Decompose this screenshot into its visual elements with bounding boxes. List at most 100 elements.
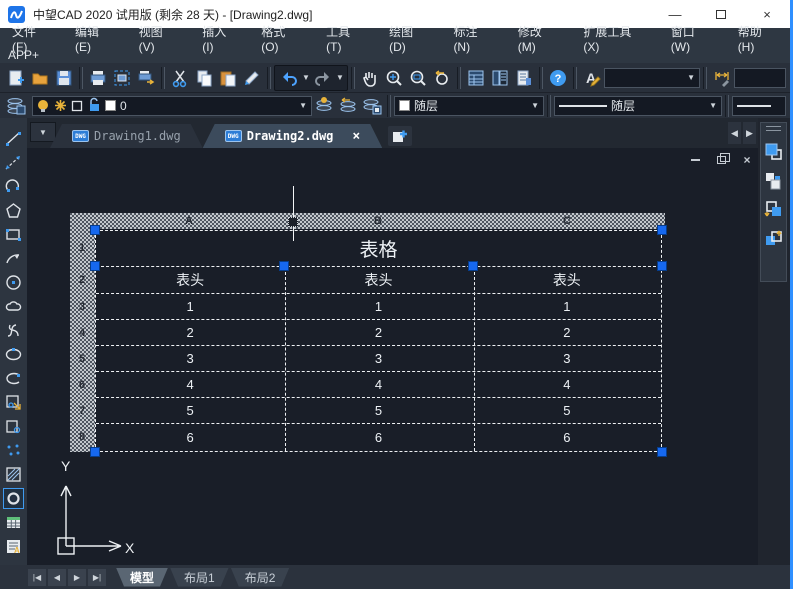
plot-button[interactable]	[134, 66, 158, 90]
properties-palette-button[interactable]	[464, 66, 488, 90]
polygon-tool[interactable]	[3, 200, 24, 221]
new-file-button[interactable]	[4, 66, 28, 90]
grip-title-right[interactable]	[657, 261, 667, 271]
zoom-previous-button[interactable]	[430, 66, 454, 90]
table-cell[interactable]: 2	[284, 320, 472, 345]
cad-table[interactable]: 表格 表头 表头 表头 1 1 1 2 2 2 3 3 3	[95, 230, 662, 452]
table-tool[interactable]	[3, 512, 24, 533]
menu-format[interactable]: 格式(O)	[249, 23, 314, 54]
copy-button[interactable]	[192, 66, 216, 90]
table-cell[interactable]: 5	[284, 398, 472, 423]
table-cell[interactable]: 5	[473, 398, 661, 423]
grip-bottom-right[interactable]	[657, 447, 667, 457]
table-column-header-band[interactable]	[70, 213, 665, 229]
line-tool[interactable]	[3, 128, 24, 149]
linetype-combobox[interactable]: 随层 ▼	[554, 96, 722, 116]
header-cell[interactable]: 表头	[473, 267, 661, 293]
grip-column-2[interactable]	[468, 261, 478, 271]
tab-layout2[interactable]: 布局2	[231, 568, 290, 587]
new-tab-button[interactable]	[388, 126, 412, 146]
undo-dropdown-button[interactable]: ▼	[301, 73, 311, 82]
text-style-combobox[interactable]: ▼	[604, 68, 700, 88]
save-button[interactable]	[52, 66, 76, 90]
header-cell[interactable]: 表头	[284, 267, 472, 293]
sheet-set-manager-button[interactable]	[512, 66, 536, 90]
layer-states-button[interactable]	[360, 94, 384, 118]
table-cell[interactable]: 6	[284, 424, 472, 450]
mdi-minimize-button[interactable]	[687, 153, 703, 167]
point-tool[interactable]	[3, 440, 24, 461]
zoom-realtime-button[interactable]	[382, 66, 406, 90]
ellipse-arc-tool[interactable]	[3, 368, 24, 389]
spline-tool[interactable]	[3, 320, 24, 341]
layout-last-button[interactable]: ▶|	[88, 569, 106, 586]
redo-dropdown-button[interactable]: ▼	[335, 73, 345, 82]
toolbar-grip-handle[interactable]	[766, 126, 781, 131]
lineweight-combobox[interactable]	[732, 96, 786, 116]
table-header-row[interactable]: 表头 表头 表头	[96, 267, 661, 294]
print-button[interactable]	[86, 66, 110, 90]
menu-draw[interactable]: 绘图(D)	[377, 23, 441, 54]
grip-column-1[interactable]	[279, 261, 289, 271]
layout-next-button[interactable]: ▶	[68, 569, 86, 586]
grip-title-left[interactable]	[90, 261, 100, 271]
tab-model[interactable]: 模型	[116, 568, 168, 587]
layout-previous-button[interactable]: ◀	[48, 569, 66, 586]
grip-bottom-left[interactable]	[90, 447, 100, 457]
table-cell[interactable]: 4	[284, 372, 472, 397]
cut-button[interactable]	[168, 66, 192, 90]
menu-tools[interactable]: 工具(T)	[314, 23, 377, 54]
make-block-tool[interactable]	[3, 416, 24, 437]
tab-scroll-left-button[interactable]: ◀	[728, 122, 741, 144]
table-cell[interactable]: 1	[284, 294, 472, 319]
tab-scroll-right-button[interactable]: ▶	[743, 122, 756, 144]
table-cell[interactable]: 3	[96, 346, 284, 371]
menu-dimension[interactable]: 标注(N)	[441, 23, 505, 54]
mtext-tool[interactable]: A	[3, 536, 24, 557]
layout-first-button[interactable]: |◀	[28, 569, 46, 586]
rectangle-tool[interactable]	[3, 224, 24, 245]
dimension-style-combobox[interactable]	[734, 68, 786, 88]
circle-tool[interactable]	[3, 272, 24, 293]
draworder-bring-to-front[interactable]	[763, 141, 784, 162]
match-properties-button[interactable]	[240, 66, 264, 90]
layer-previous-button[interactable]	[336, 94, 360, 118]
arc-tool[interactable]	[3, 248, 24, 269]
mdi-close-button[interactable]: ×	[739, 153, 755, 167]
table-cell[interactable]: 3	[284, 346, 472, 371]
table-row[interactable]: 5 5 5	[96, 398, 661, 424]
tab-close-button[interactable]: ×	[352, 129, 360, 144]
table-cell[interactable]: 5	[96, 398, 284, 423]
draworder-send-to-back[interactable]	[763, 170, 784, 191]
construction-line-tool[interactable]	[3, 152, 24, 173]
table-cell[interactable]: 4	[96, 372, 284, 397]
drawing-canvas[interactable]: × A B C 1 2 3 4 5 6 7 8 表格 表头 表头 表头 1 1	[27, 148, 761, 565]
layer-make-current-button[interactable]	[312, 94, 336, 118]
polyline-tool[interactable]	[3, 176, 24, 197]
layer-combobox[interactable]: 0 ▼	[32, 96, 312, 116]
menu-view[interactable]: 视图(V)	[127, 23, 191, 54]
table-cell[interactable]: 2	[96, 320, 284, 345]
menu-help[interactable]: 帮助(H)	[726, 23, 790, 54]
print-preview-button[interactable]	[110, 66, 134, 90]
color-combobox[interactable]: 随层 ▼	[394, 96, 544, 116]
table-row[interactable]: 6 6 6	[96, 424, 661, 450]
tab-list-dropdown-button[interactable]: ▼	[30, 122, 56, 142]
grip-top-right[interactable]	[657, 225, 667, 235]
table-cell[interactable]: 6	[473, 424, 661, 450]
table-cell[interactable]: 3	[473, 346, 661, 371]
zoom-window-button[interactable]	[406, 66, 430, 90]
table-cell[interactable]: 2	[473, 320, 661, 345]
region-tool[interactable]	[3, 488, 24, 509]
doc-tab-drawing1[interactable]: DWG Drawing1.dwg	[50, 124, 203, 148]
table-cell[interactable]: 4	[473, 372, 661, 397]
text-style-icon[interactable]: A	[580, 66, 604, 90]
grip-top-left[interactable]	[90, 225, 100, 235]
table-title-cell[interactable]: 表格	[96, 231, 661, 266]
draworder-bring-above[interactable]	[763, 199, 784, 220]
help-button[interactable]: ?	[546, 66, 570, 90]
pan-button[interactable]	[358, 66, 382, 90]
menu-edit[interactable]: 编辑(E)	[63, 23, 127, 54]
table-row[interactable]: 2 2 2	[96, 320, 661, 346]
design-center-button[interactable]	[488, 66, 512, 90]
